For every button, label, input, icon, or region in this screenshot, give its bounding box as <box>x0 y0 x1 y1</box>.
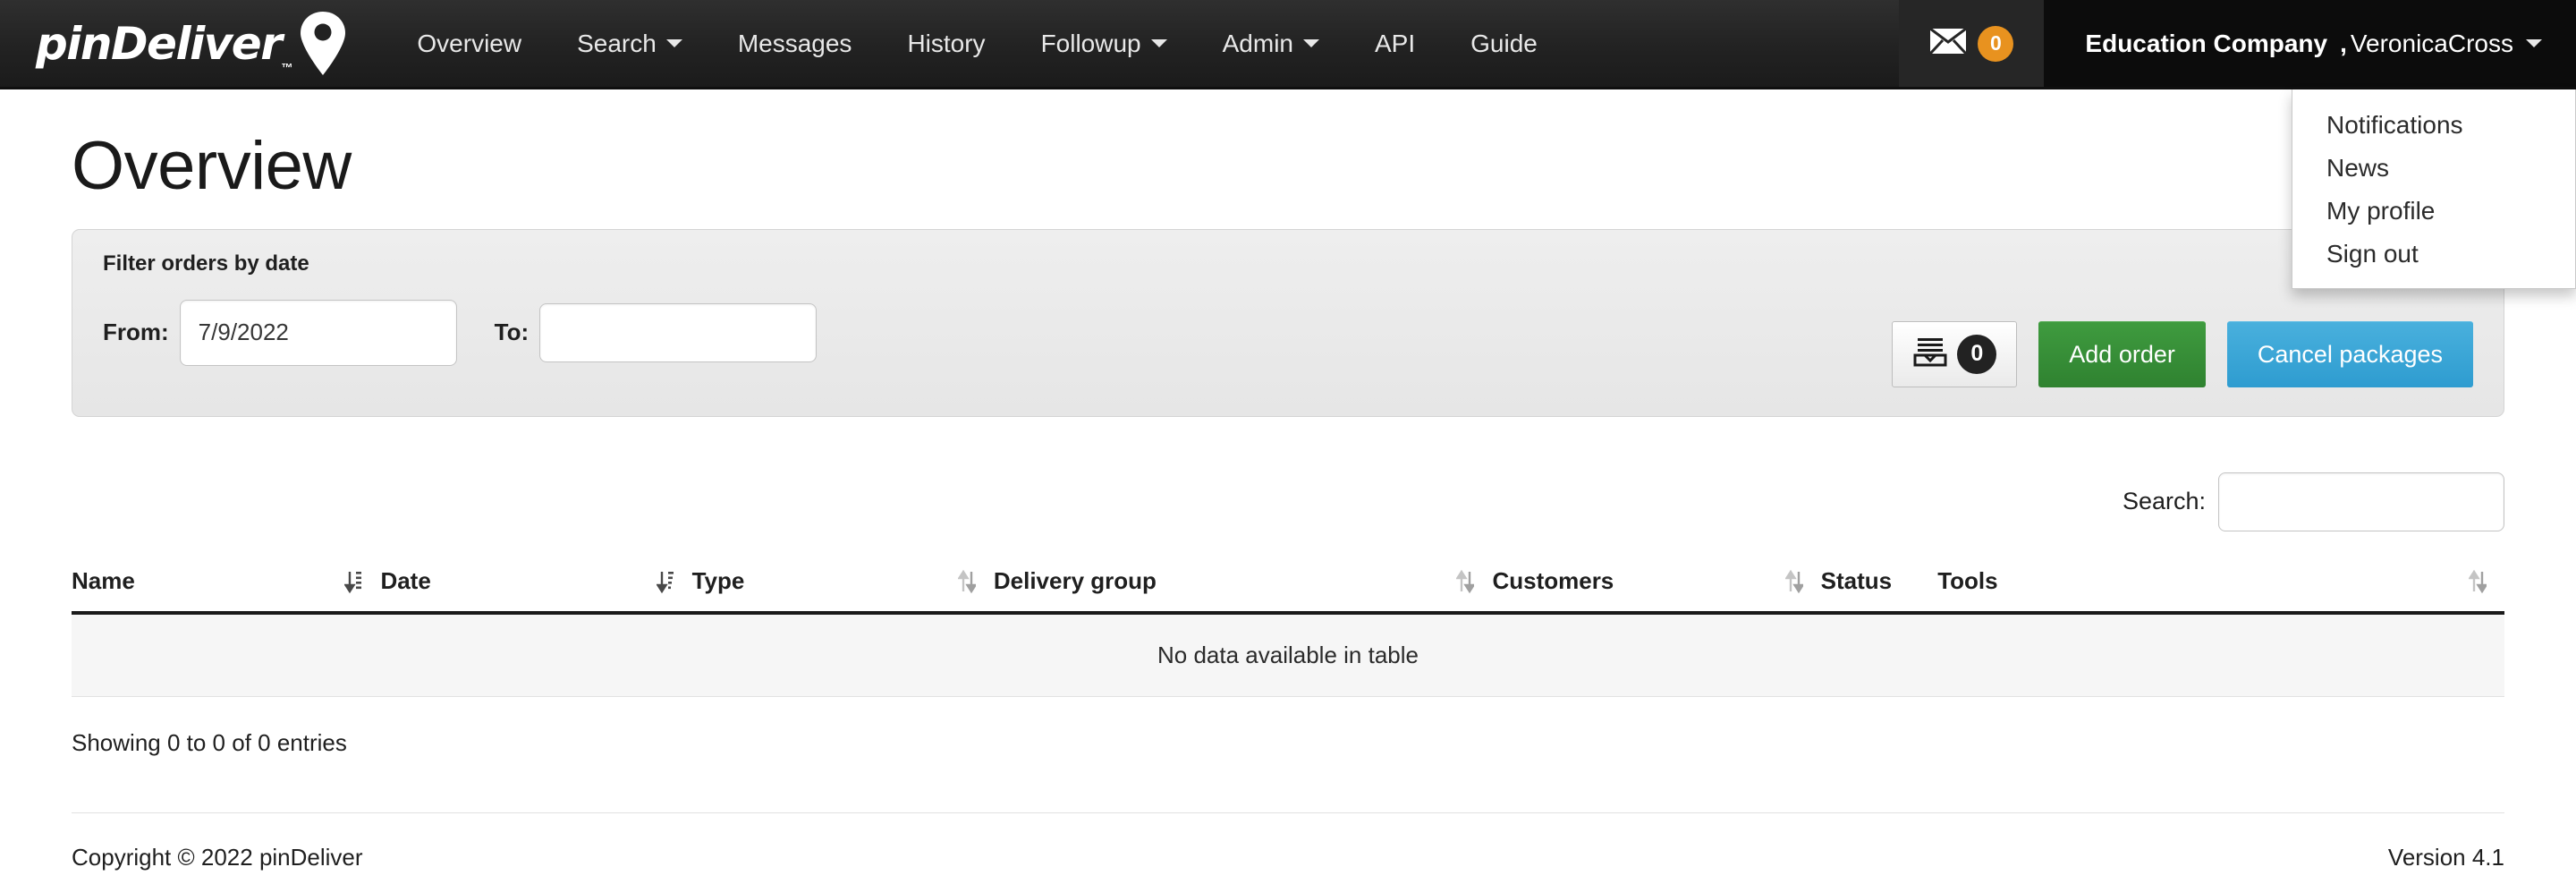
column-label: Name <box>72 566 135 594</box>
table-empty-message: No data available in table <box>72 612 2504 697</box>
dropdown-item-my-profile[interactable]: My profile <box>2292 190 2575 233</box>
nav-label: History <box>907 29 986 57</box>
filter-panel-legend: Filter orders by date <box>103 251 309 276</box>
chevron-down-icon <box>665 39 682 47</box>
dropdown-item-sign-out[interactable]: Sign out <box>2292 233 2575 276</box>
column-header-delivery-group[interactable]: Delivery group <box>993 557 1493 615</box>
sort-desc-icon <box>343 568 362 595</box>
sort-none-icon <box>957 568 978 595</box>
order-tray-button[interactable]: 0 <box>1892 320 2018 387</box>
column-header-name[interactable]: Name <box>72 557 381 615</box>
column-label: Tools <box>1937 566 1998 594</box>
user-dropdown-menu: Notifications News My profile Sign out <box>2292 89 2576 289</box>
sort-none-icon <box>1455 568 1477 595</box>
column-header-tools[interactable]: Tools <box>1937 557 2504 615</box>
column-label: Customers <box>1492 566 1614 594</box>
nav-item-history[interactable]: History <box>879 0 1013 87</box>
sort-none-icon <box>2468 568 2488 595</box>
nav-label: Admin <box>1222 29 1293 57</box>
orders-table-head: Name Date Type Delivery group Customers … <box>72 557 2504 615</box>
chevron-down-icon <box>2526 39 2542 47</box>
user-company-label: Education Company <box>2085 29 2328 57</box>
table-search-row: Search: <box>72 472 2504 531</box>
cancel-packages-button[interactable]: Cancel packages <box>2226 320 2473 387</box>
nav-item-search[interactable]: Search <box>549 0 710 87</box>
page-container: Overview Filter orders by date From: To: <box>36 131 2540 884</box>
brand-wordmark: pinDeliver <box>36 17 283 70</box>
add-order-button[interactable]: Add order <box>2038 320 2206 387</box>
nav-item-guide[interactable]: Guide <box>1443 0 1565 87</box>
chevron-down-icon <box>1150 39 1167 47</box>
user-name-label: VeronicaCross <box>2350 29 2513 57</box>
column-label: Date <box>380 566 431 594</box>
filter-orders-panel: Filter orders by date From: To: 0 <box>72 228 2504 417</box>
user-menu-button[interactable]: Education Company , VeronicaCross <box>2044 0 2576 87</box>
dropdown-item-news[interactable]: News <box>2292 147 2575 190</box>
messages-button[interactable]: 0 <box>1899 0 2045 87</box>
sort-none-icon <box>1784 568 1805 595</box>
column-header-type[interactable]: Type <box>691 557 994 615</box>
nav-label: Followup <box>1040 29 1141 57</box>
column-header-date[interactable]: Date <box>380 557 692 615</box>
footer-copyright: Copyright © 2022 pinDeliver <box>72 843 363 871</box>
page-footer: Copyright © 2022 pinDeliver Developed by… <box>72 812 2504 884</box>
table-search-input[interactable] <box>2218 472 2504 531</box>
table-search-label: Search: <box>2122 488 2206 515</box>
column-header-status[interactable]: Status <box>1820 557 1938 615</box>
page-title: Overview <box>72 128 352 204</box>
nav-label: Messages <box>737 29 852 57</box>
dropdown-label: News <box>2326 154 2390 182</box>
nav-item-followup[interactable]: Followup <box>1013 0 1195 87</box>
column-label: Delivery group <box>993 566 1157 594</box>
top-navbar: pinDeliver ™ Overview Search Messages Hi… <box>0 0 2576 289</box>
footer-version: Version 4.1 <box>2387 843 2504 871</box>
dropdown-label: Sign out <box>2326 240 2419 268</box>
map-pin-icon <box>300 11 346 77</box>
orders-table-body: No data available in table <box>72 612 2504 697</box>
column-label: Status <box>1820 566 1893 594</box>
to-date-label: To: <box>494 319 530 346</box>
nav-label: Guide <box>1470 29 1538 57</box>
inbox-tray-icon <box>1912 336 1948 372</box>
order-tray-count-badge: 0 <box>1957 334 1997 374</box>
filter-actions: 0 Add order Cancel packages <box>1892 320 2473 387</box>
nav-item-overview[interactable]: Overview <box>389 0 549 87</box>
brand-logo[interactable]: pinDeliver ™ <box>0 0 366 87</box>
nav-label: API <box>1375 29 1416 57</box>
dropdown-label: My profile <box>2326 197 2436 225</box>
nav-item-admin[interactable]: Admin <box>1195 0 1347 87</box>
nav-item-messages[interactable]: Messages <box>710 0 880 87</box>
to-date-input[interactable] <box>539 302 818 362</box>
footer-left: Copyright © 2022 pinDeliver Developed by… <box>72 844 363 884</box>
column-header-customers[interactable]: Customers <box>1492 557 1821 615</box>
from-date-input[interactable] <box>179 299 457 366</box>
envelope-icon <box>1929 27 1968 59</box>
chevron-down-icon <box>1303 39 1319 47</box>
dropdown-item-notifications[interactable]: Notifications <box>2292 104 2575 147</box>
nav-label: Search <box>577 29 657 57</box>
nav-label: Overview <box>417 29 522 57</box>
sort-desc-icon <box>655 568 674 595</box>
column-label: Type <box>691 566 745 594</box>
table-info-text: Showing 0 to 0 of 0 entries <box>72 728 347 756</box>
main-nav: Overview Search Messages History Followu… <box>389 0 1564 87</box>
table-empty-row: No data available in table <box>72 612 2504 697</box>
navbar-right: 0 Education Company , VeronicaCross <box>1899 0 2576 87</box>
user-separator: , <box>2340 29 2347 57</box>
trademark-symbol: ™ <box>281 61 293 74</box>
dropdown-label: Notifications <box>2326 111 2463 139</box>
from-date-label: From: <box>103 319 169 346</box>
orders-table-header-row: Name Date Type Delivery group Customers … <box>72 557 2504 615</box>
messages-count-badge: 0 <box>1978 25 2014 62</box>
orders-table: Name Date Type Delivery group Customers … <box>72 557 2504 697</box>
nav-item-api[interactable]: API <box>1347 0 1443 87</box>
